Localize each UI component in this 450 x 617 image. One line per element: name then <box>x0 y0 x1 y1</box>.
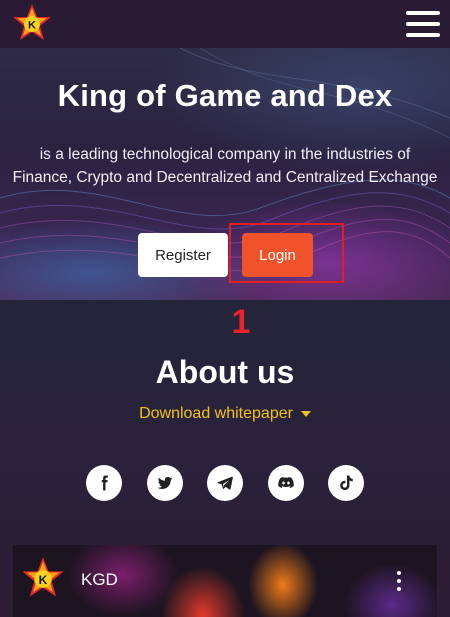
caret-down-icon <box>300 410 311 417</box>
svg-text:K: K <box>39 573 48 587</box>
kgd-star-logo-icon[interactable]: K <box>10 2 54 46</box>
top-navbar: K <box>0 0 450 48</box>
hamburger-menu-icon[interactable] <box>406 9 440 39</box>
twitter-icon[interactable] <box>147 465 183 501</box>
kgd-channel-logo-icon: K <box>22 557 64 597</box>
more-vertical-icon[interactable] <box>397 571 403 591</box>
discord-icon[interactable] <box>268 465 304 501</box>
facebook-icon[interactable] <box>86 465 122 501</box>
login-highlight-box <box>229 223 344 283</box>
video-player[interactable]: K KGD <box>13 545 437 617</box>
video-title: KGD <box>81 570 118 589</box>
hero-title: King of Game and Dex <box>57 78 393 113</box>
step-number-annotation: 1 <box>231 303 251 341</box>
register-button[interactable]: Register <box>138 233 228 277</box>
download-whitepaper-link[interactable]: Download whitepaper <box>0 405 450 423</box>
tiktok-icon[interactable] <box>328 465 364 501</box>
about-title: About us <box>155 354 295 390</box>
hero-section: King of Game and Dex is a leading techno… <box>0 48 450 300</box>
whitepaper-label: Download whitepaper <box>139 405 293 422</box>
svg-text:K: K <box>28 20 36 32</box>
telegram-icon[interactable] <box>207 465 243 501</box>
hero-subtitle: is a leading technological company in th… <box>12 146 438 186</box>
